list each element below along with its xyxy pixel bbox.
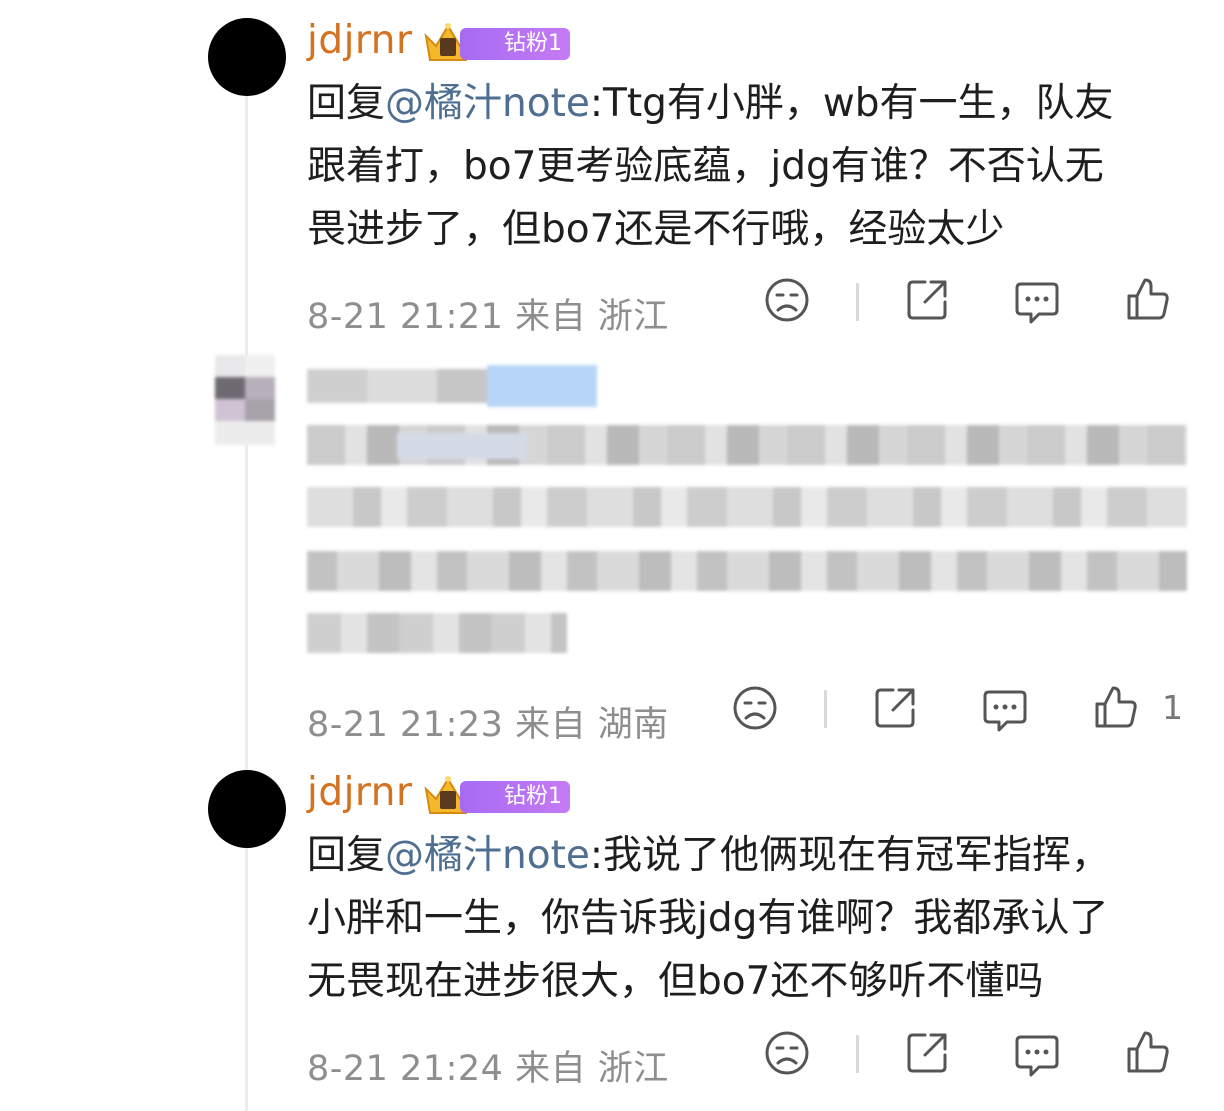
comment-line: 跟着打，bo7更考验底蕴，jdg有谁？不否认无 <box>307 144 1104 189</box>
location: 来自 湖南 <box>515 705 669 745</box>
comment-line: :我说了他俩现在有冠军指挥， <box>589 833 1111 878</box>
avatar[interactable] <box>208 770 286 848</box>
mention-link[interactable]: @橘汁note <box>385 833 590 878</box>
username[interactable]: jdjrnr <box>307 18 413 63</box>
username[interactable]: jdjrnr <box>307 770 413 815</box>
comment-line: :Ttg有小胖，wb有一生，队友 <box>589 81 1114 126</box>
badge-label: 钻粉1 <box>460 781 570 813</box>
badge-label: 钻粉1 <box>460 28 570 60</box>
comment-line: 畏进步了，但bo7还是不行哦，经验太少 <box>307 207 1005 252</box>
like-icon[interactable] <box>1123 276 1171 324</box>
location: 来自 浙江 <box>515 297 669 337</box>
divider <box>856 1035 859 1073</box>
fan-badge[interactable]: 钻粉1 <box>422 776 570 816</box>
share-icon[interactable] <box>903 276 951 324</box>
reply-prefix: 回复 <box>307 81 386 126</box>
comment-icon[interactable] <box>1013 1031 1061 1079</box>
pixelated-avatar[interactable] <box>215 355 275 445</box>
timestamp: 8-21 21:21 <box>307 297 504 337</box>
comment-meta: 8-21 21:24 来自 浙江 <box>307 1040 669 1091</box>
thread-line <box>245 70 248 1111</box>
comment-icon[interactable] <box>1013 278 1061 326</box>
share-icon[interactable] <box>903 1029 951 1077</box>
like-count: 1 <box>1162 688 1183 727</box>
location: 来自 浙江 <box>515 1049 669 1089</box>
like-icon[interactable] <box>1123 1029 1171 1077</box>
avatar[interactable] <box>208 18 286 96</box>
pixelated-comment-text <box>307 425 1187 660</box>
comment-icon[interactable] <box>981 686 1029 734</box>
comment-meta: 8-21 21:21 来自 浙江 <box>307 288 669 339</box>
like-icon[interactable] <box>1091 684 1139 732</box>
pixelated-username <box>307 365 597 407</box>
dislike-icon[interactable] <box>763 1029 811 1077</box>
comment-line: 无畏现在进步很大，但bo7还不够听不懂吗 <box>307 959 1044 1004</box>
fan-badge[interactable]: 钻粉1 <box>422 23 570 63</box>
comment-text[interactable]: 回复@橘汁note:我说了他俩现在有冠军指挥， 小胖和一生，你告诉我jdg有谁啊… <box>307 824 1187 1013</box>
comment-line: 小胖和一生，你告诉我jdg有谁啊？我都承认了 <box>307 896 1109 941</box>
comment-text[interactable]: 回复@橘汁note:Ttg有小胖，wb有一生，队友 跟着打，bo7更考验底蕴，j… <box>307 72 1187 261</box>
reply-prefix: 回复 <box>307 833 386 878</box>
mention-link[interactable]: @橘汁note <box>385 81 590 126</box>
divider <box>856 283 859 321</box>
comment-meta: 8-21 21:23 来自 湖南 <box>307 696 669 747</box>
dislike-icon[interactable] <box>763 276 811 324</box>
timestamp: 8-21 21:23 <box>307 705 504 745</box>
divider <box>824 690 827 728</box>
share-icon[interactable] <box>871 684 919 732</box>
dislike-icon[interactable] <box>731 684 779 732</box>
timestamp: 8-21 21:24 <box>307 1049 504 1089</box>
